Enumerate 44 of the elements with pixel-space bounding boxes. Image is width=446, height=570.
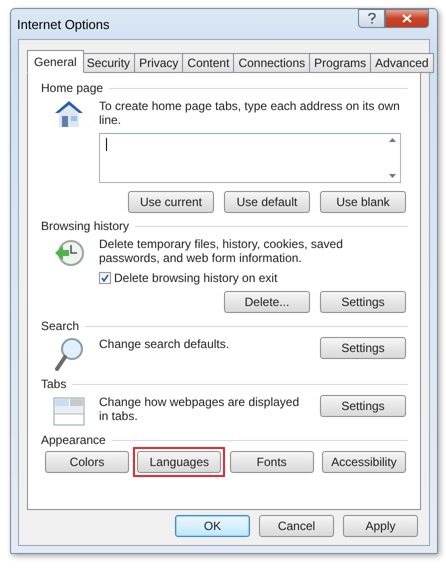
button[interactable]: Use default	[224, 191, 310, 213]
help-icon	[368, 13, 376, 24]
section-description: Change search defaults.	[99, 337, 230, 351]
house-icon	[53, 99, 85, 129]
button[interactable]: Settings	[320, 395, 406, 417]
checkbox-label[interactable]: Delete browsing history on exit	[114, 271, 278, 285]
scroll-down-icon	[389, 174, 396, 178]
button[interactable]: Languages	[137, 451, 222, 473]
tabs-window-icon	[53, 395, 85, 427]
tab[interactable]: General	[27, 50, 84, 73]
section-heading: Tabs	[41, 377, 66, 391]
button[interactable]: Colors	[45, 451, 129, 473]
section-heading: Search	[41, 319, 80, 333]
button[interactable]: Cancel	[259, 515, 334, 537]
tab[interactable]: Connections	[234, 53, 310, 73]
section-heading: Appearance	[41, 433, 106, 447]
close-button[interactable]	[385, 9, 429, 28]
section-description: To create home page tabs, type each address on its own line.	[99, 99, 401, 127]
help-button[interactable]	[358, 9, 385, 28]
close-icon	[402, 14, 412, 23]
button[interactable]: OK	[175, 515, 250, 537]
section-heading: Browsing history	[41, 219, 130, 233]
tab[interactable]: Security	[82, 53, 136, 73]
clock-icon	[53, 237, 85, 269]
search-icon	[54, 337, 84, 371]
button[interactable]: Use current	[128, 191, 214, 213]
tab[interactable]: Programs	[310, 53, 372, 73]
tab[interactable]: Advanced	[371, 53, 434, 73]
button[interactable]: Settings	[320, 337, 406, 359]
button[interactable]: Fonts	[230, 451, 314, 473]
button[interactable]: Settings	[320, 291, 406, 313]
checkbox[interactable]	[99, 272, 111, 284]
button[interactable]: Delete...	[224, 291, 310, 313]
address-field[interactable]	[99, 133, 401, 183]
window-title: Internet Options	[17, 16, 110, 32]
button[interactable]: Apply	[343, 515, 418, 537]
tab[interactable]: Content	[183, 53, 234, 73]
section-description: Delete temporary files, history, cookies, saved passwords, and web form information.	[99, 237, 344, 265]
scroll-up-icon	[389, 138, 396, 142]
section-description: Change how webpages are displayed in tabs.	[99, 395, 300, 423]
button[interactable]: Use blank	[320, 191, 406, 213]
tab[interactable]: Privacy	[135, 53, 184, 73]
button[interactable]: Accessibility	[322, 451, 406, 473]
section-heading: Home page	[41, 81, 104, 95]
